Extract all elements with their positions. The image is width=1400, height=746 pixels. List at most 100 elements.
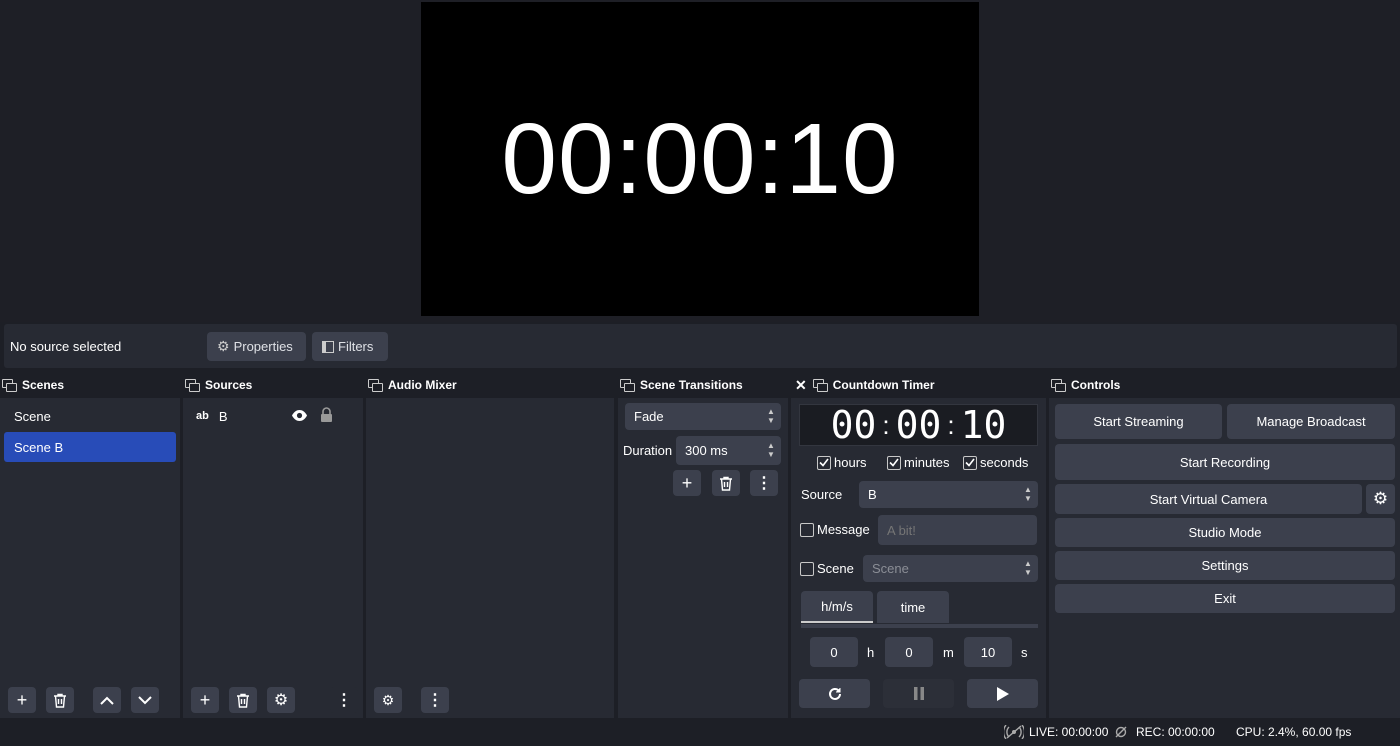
remove-transition-button[interactable]: [712, 470, 740, 496]
message-input[interactable]: [878, 515, 1037, 545]
gear-icon: ⚙: [273, 692, 289, 709]
reset-timer-button[interactable]: [799, 679, 870, 708]
scene-item-selected[interactable]: Scene B: [4, 432, 176, 462]
kebab-menu-icon: ⋮: [756, 475, 772, 492]
source-properties-button[interactable]: ⚙: [267, 687, 295, 713]
scene-transitions-dock-title: Scene Transitions: [618, 372, 788, 398]
trash-icon: [237, 693, 249, 708]
cpu-fps-status: CPU: 2.4%, 60.00 fps: [1236, 725, 1352, 739]
move-scene-down-button[interactable]: [131, 687, 159, 713]
studio-mode-label: Studio Mode: [1188, 525, 1262, 540]
minutes-checkbox[interactable]: minutes: [887, 455, 950, 470]
checkbox-checked-icon: [887, 455, 901, 470]
trash-icon: [720, 476, 732, 491]
start-recording-button[interactable]: Start Recording: [1055, 444, 1395, 480]
manage-broadcast-button[interactable]: Manage Broadcast: [1227, 404, 1395, 439]
kebab-menu-icon: ⋮: [336, 692, 352, 709]
start-streaming-label: Start Streaming: [1093, 414, 1184, 429]
remove-source-button[interactable]: [229, 687, 257, 713]
duration-value: 300 ms: [685, 443, 728, 458]
minutes-input[interactable]: 0: [885, 637, 933, 667]
filters-button[interactable]: Filters: [312, 332, 388, 361]
hours-input[interactable]: 0: [810, 637, 858, 667]
exit-button[interactable]: Exit: [1055, 584, 1395, 613]
duration-spinbox[interactable]: 300 ms ▲ ▼: [676, 436, 781, 465]
select-arrows-icon: ▲ ▼: [767, 407, 775, 425]
scenes-dock-title: Scenes: [0, 372, 180, 398]
countdown-timer-dock-title: ✕ Countdown Timer: [791, 372, 1046, 398]
add-scene-button[interactable]: +: [8, 687, 36, 713]
source-item-label: B: [218, 408, 228, 424]
start-virtual-camera-button[interactable]: Start Virtual Camera: [1055, 484, 1362, 514]
source-label: Source: [801, 487, 843, 502]
eye-icon[interactable]: [291, 409, 308, 422]
properties-label: Properties: [233, 339, 293, 354]
plus-icon: +: [16, 689, 28, 710]
audio-mixer-more-button[interactable]: ⋮: [421, 687, 449, 713]
undock-icon[interactable]: [812, 379, 828, 392]
scene-select[interactable]: Scene ▲ ▼: [863, 555, 1038, 582]
settings-label: Settings: [1201, 558, 1249, 573]
start-streaming-button[interactable]: Start Streaming: [1055, 404, 1222, 439]
tab-time[interactable]: time: [877, 591, 949, 623]
close-icon[interactable]: ✕: [795, 377, 807, 394]
duration-label: Duration: [623, 443, 673, 458]
preview-canvas[interactable]: 00:00:10: [421, 2, 979, 316]
add-transition-button[interactable]: +: [673, 470, 701, 496]
add-source-button[interactable]: +: [191, 687, 219, 713]
audio-mixer-title: Audio Mixer: [388, 378, 457, 392]
scenes-title: Scenes: [22, 378, 65, 392]
kebab-menu-icon: ⋮: [427, 692, 443, 709]
lock-icon[interactable]: [320, 407, 333, 423]
transition-select[interactable]: Fade ▲ ▼: [625, 403, 781, 430]
tab-time-label: time: [900, 599, 926, 615]
pause-timer-button[interactable]: [883, 679, 954, 708]
start-timer-button[interactable]: [967, 679, 1038, 708]
audio-mixer-dock-title: Audio Mixer: [366, 372, 614, 398]
undock-icon[interactable]: [1051, 379, 1066, 392]
exit-label: Exit: [1214, 591, 1236, 606]
countdown-separator: :: [882, 409, 890, 440]
countdown-display: 00 : 00 : 10: [799, 403, 1038, 447]
spinbox-arrows-icon[interactable]: ▲ ▼: [767, 441, 775, 459]
reset-icon: [828, 687, 841, 700]
source-select[interactable]: B ▲ ▼: [859, 481, 1038, 508]
selected-source-status: No source selected: [10, 339, 122, 354]
undock-icon[interactable]: [368, 379, 383, 392]
recording-status-icon: [1115, 726, 1127, 738]
seconds-input-value: 10: [980, 644, 996, 660]
tab-hms[interactable]: h/m/s: [801, 591, 873, 623]
controls-dock-title: Controls: [1049, 372, 1400, 398]
undock-icon[interactable]: [2, 379, 17, 392]
countdown-separator: :: [947, 409, 955, 440]
message-checkbox[interactable]: Message: [800, 522, 870, 537]
scene-item[interactable]: Scene: [4, 402, 176, 430]
start-recording-label: Start Recording: [1179, 454, 1271, 470]
sources-dock-title: Sources: [183, 372, 363, 398]
undock-icon[interactable]: [620, 379, 635, 392]
seconds-input[interactable]: 10: [964, 637, 1012, 667]
virtual-camera-settings-button[interactable]: ⚙: [1366, 484, 1395, 514]
hours-checkbox[interactable]: hours: [817, 455, 867, 470]
gear-icon: ⚙: [1372, 489, 1389, 508]
seconds-checkbox[interactable]: seconds: [963, 455, 1028, 470]
properties-button[interactable]: ⚙ Properties: [207, 332, 306, 361]
hours-unit-label: h: [867, 645, 875, 660]
sources-more-button[interactable]: ⋮: [330, 687, 358, 713]
advanced-audio-properties-button[interactable]: ⚙: [374, 687, 402, 713]
tab-hms-label: h/m/s: [821, 598, 853, 614]
text-source-icon: ab: [196, 410, 209, 422]
source-item[interactable]: ab B: [188, 402, 358, 430]
transition-more-button[interactable]: ⋮: [750, 470, 778, 496]
countdown-seconds-display: 10: [960, 403, 1007, 447]
studio-mode-button[interactable]: Studio Mode: [1055, 518, 1395, 547]
remove-scene-button[interactable]: [46, 687, 74, 713]
scene-checkbox[interactable]: Scene: [800, 561, 854, 576]
hours-checkbox-label: hours: [834, 455, 867, 470]
move-scene-up-button[interactable]: [93, 687, 121, 713]
minutes-checkbox-label: minutes: [904, 455, 950, 470]
settings-button[interactable]: Settings: [1055, 551, 1395, 580]
play-icon: [996, 686, 1009, 701]
select-arrows-icon: ▲ ▼: [1024, 559, 1032, 577]
undock-icon[interactable]: [185, 379, 200, 392]
